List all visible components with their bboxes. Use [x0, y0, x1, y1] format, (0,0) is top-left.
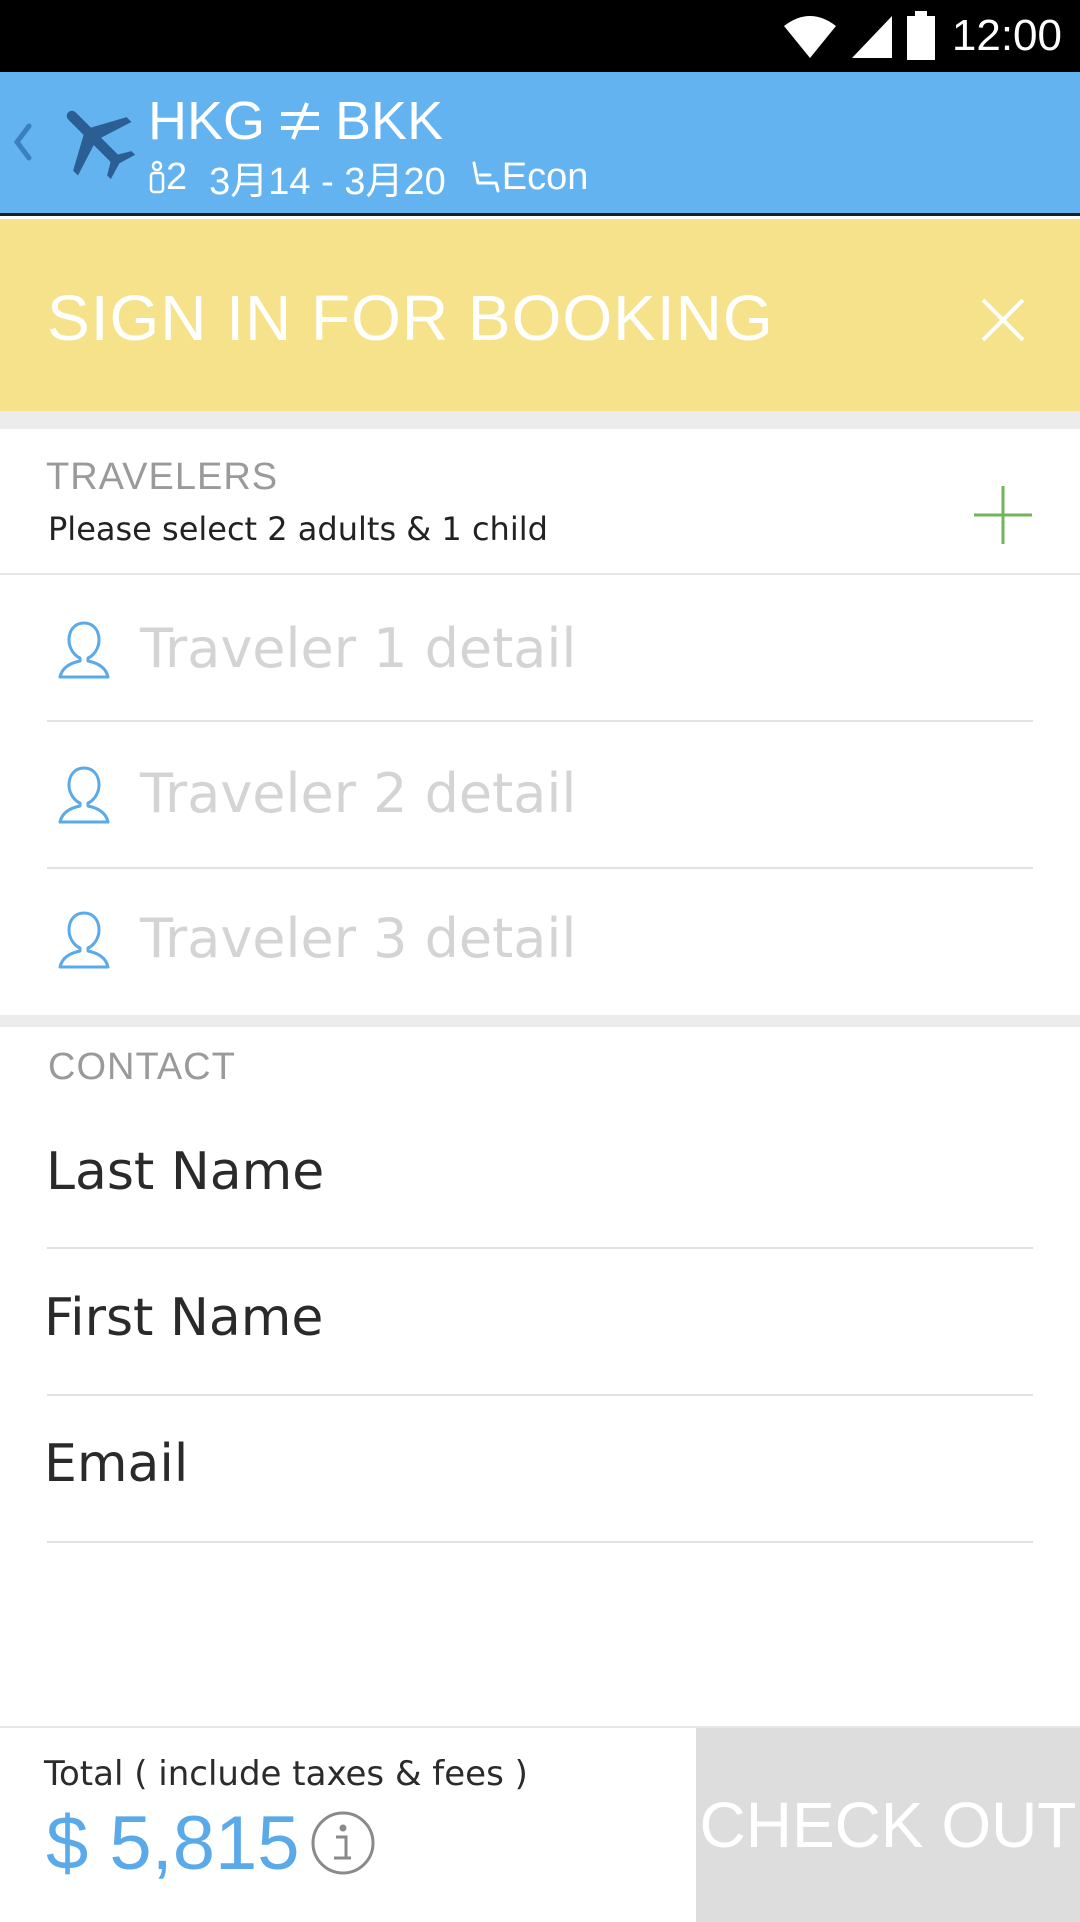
route-details: 2 3月14 - 3月20 Econ	[148, 152, 589, 203]
travelers-hint: Please select 2 adults & 1 child	[48, 510, 548, 548]
status-icons: 12:00	[782, 0, 1062, 72]
plus-icon	[974, 486, 1032, 544]
checkout-button[interactable]: CHECK OUT	[696, 1728, 1080, 1922]
add-traveler-button[interactable]	[972, 484, 1034, 546]
travelers-section-label: TRAVELERS	[46, 456, 279, 498]
person-icon	[58, 911, 110, 969]
divider	[47, 1394, 1033, 1396]
signal-icon	[851, 16, 892, 58]
destination-code: BKK	[335, 91, 444, 151]
first-name-field[interactable]: First Name	[44, 1288, 323, 1348]
app-header: HKG BKK 2 3月14 - 3月20 Econ	[0, 72, 1080, 216]
signin-label: SIGN IN FOR BOOKING	[47, 282, 774, 354]
checkout-footer: Total ( include taxes & fees ) $ 5,815 C…	[0, 1726, 1080, 1922]
seat-icon	[472, 161, 500, 193]
back-icon[interactable]	[8, 112, 38, 172]
travel-dates: 3月14 - 3月20	[209, 160, 446, 203]
last-name-field[interactable]: Last Name	[46, 1142, 324, 1202]
divider	[47, 1247, 1033, 1249]
section-divider	[0, 411, 1080, 429]
battery-icon	[906, 11, 935, 60]
info-icon[interactable]	[310, 1810, 376, 1876]
person-icon	[58, 766, 110, 824]
airplane-icon	[66, 110, 136, 180]
total-price: $ 5,815	[46, 1801, 300, 1886]
route-arrows-icon	[281, 102, 320, 140]
traveler-placeholder: Traveler 2 detail	[140, 762, 577, 825]
origin-code: HKG	[148, 91, 266, 151]
email-field[interactable]: Email	[44, 1434, 188, 1494]
person-icon	[58, 621, 110, 679]
status-time: 12:00	[951, 11, 1062, 60]
contact-section-label: CONTACT	[48, 1046, 236, 1088]
signin-banner[interactable]: SIGN IN FOR BOOKING	[0, 219, 1080, 411]
passenger-icon	[149, 160, 165, 194]
traveler-row[interactable]: Traveler 2 detail	[0, 722, 1080, 868]
total-label: Total ( include taxes & fees )	[44, 1754, 528, 1794]
passenger-count: 2	[166, 155, 188, 198]
traveler-placeholder: Traveler 1 detail	[140, 617, 577, 680]
cabin-class: Econ	[501, 155, 589, 198]
wifi-icon	[783, 16, 836, 58]
route-title: HKG BKK	[148, 90, 443, 152]
traveler-placeholder: Traveler 3 detail	[140, 907, 577, 970]
close-icon[interactable]	[968, 285, 1038, 355]
divider	[47, 1541, 1033, 1543]
traveler-row[interactable]: Traveler 3 detail	[0, 869, 1080, 1015]
traveler-row[interactable]: Traveler 1 detail	[0, 575, 1080, 721]
status-bar: 12:00	[0, 0, 1080, 72]
section-divider	[0, 1015, 1080, 1027]
